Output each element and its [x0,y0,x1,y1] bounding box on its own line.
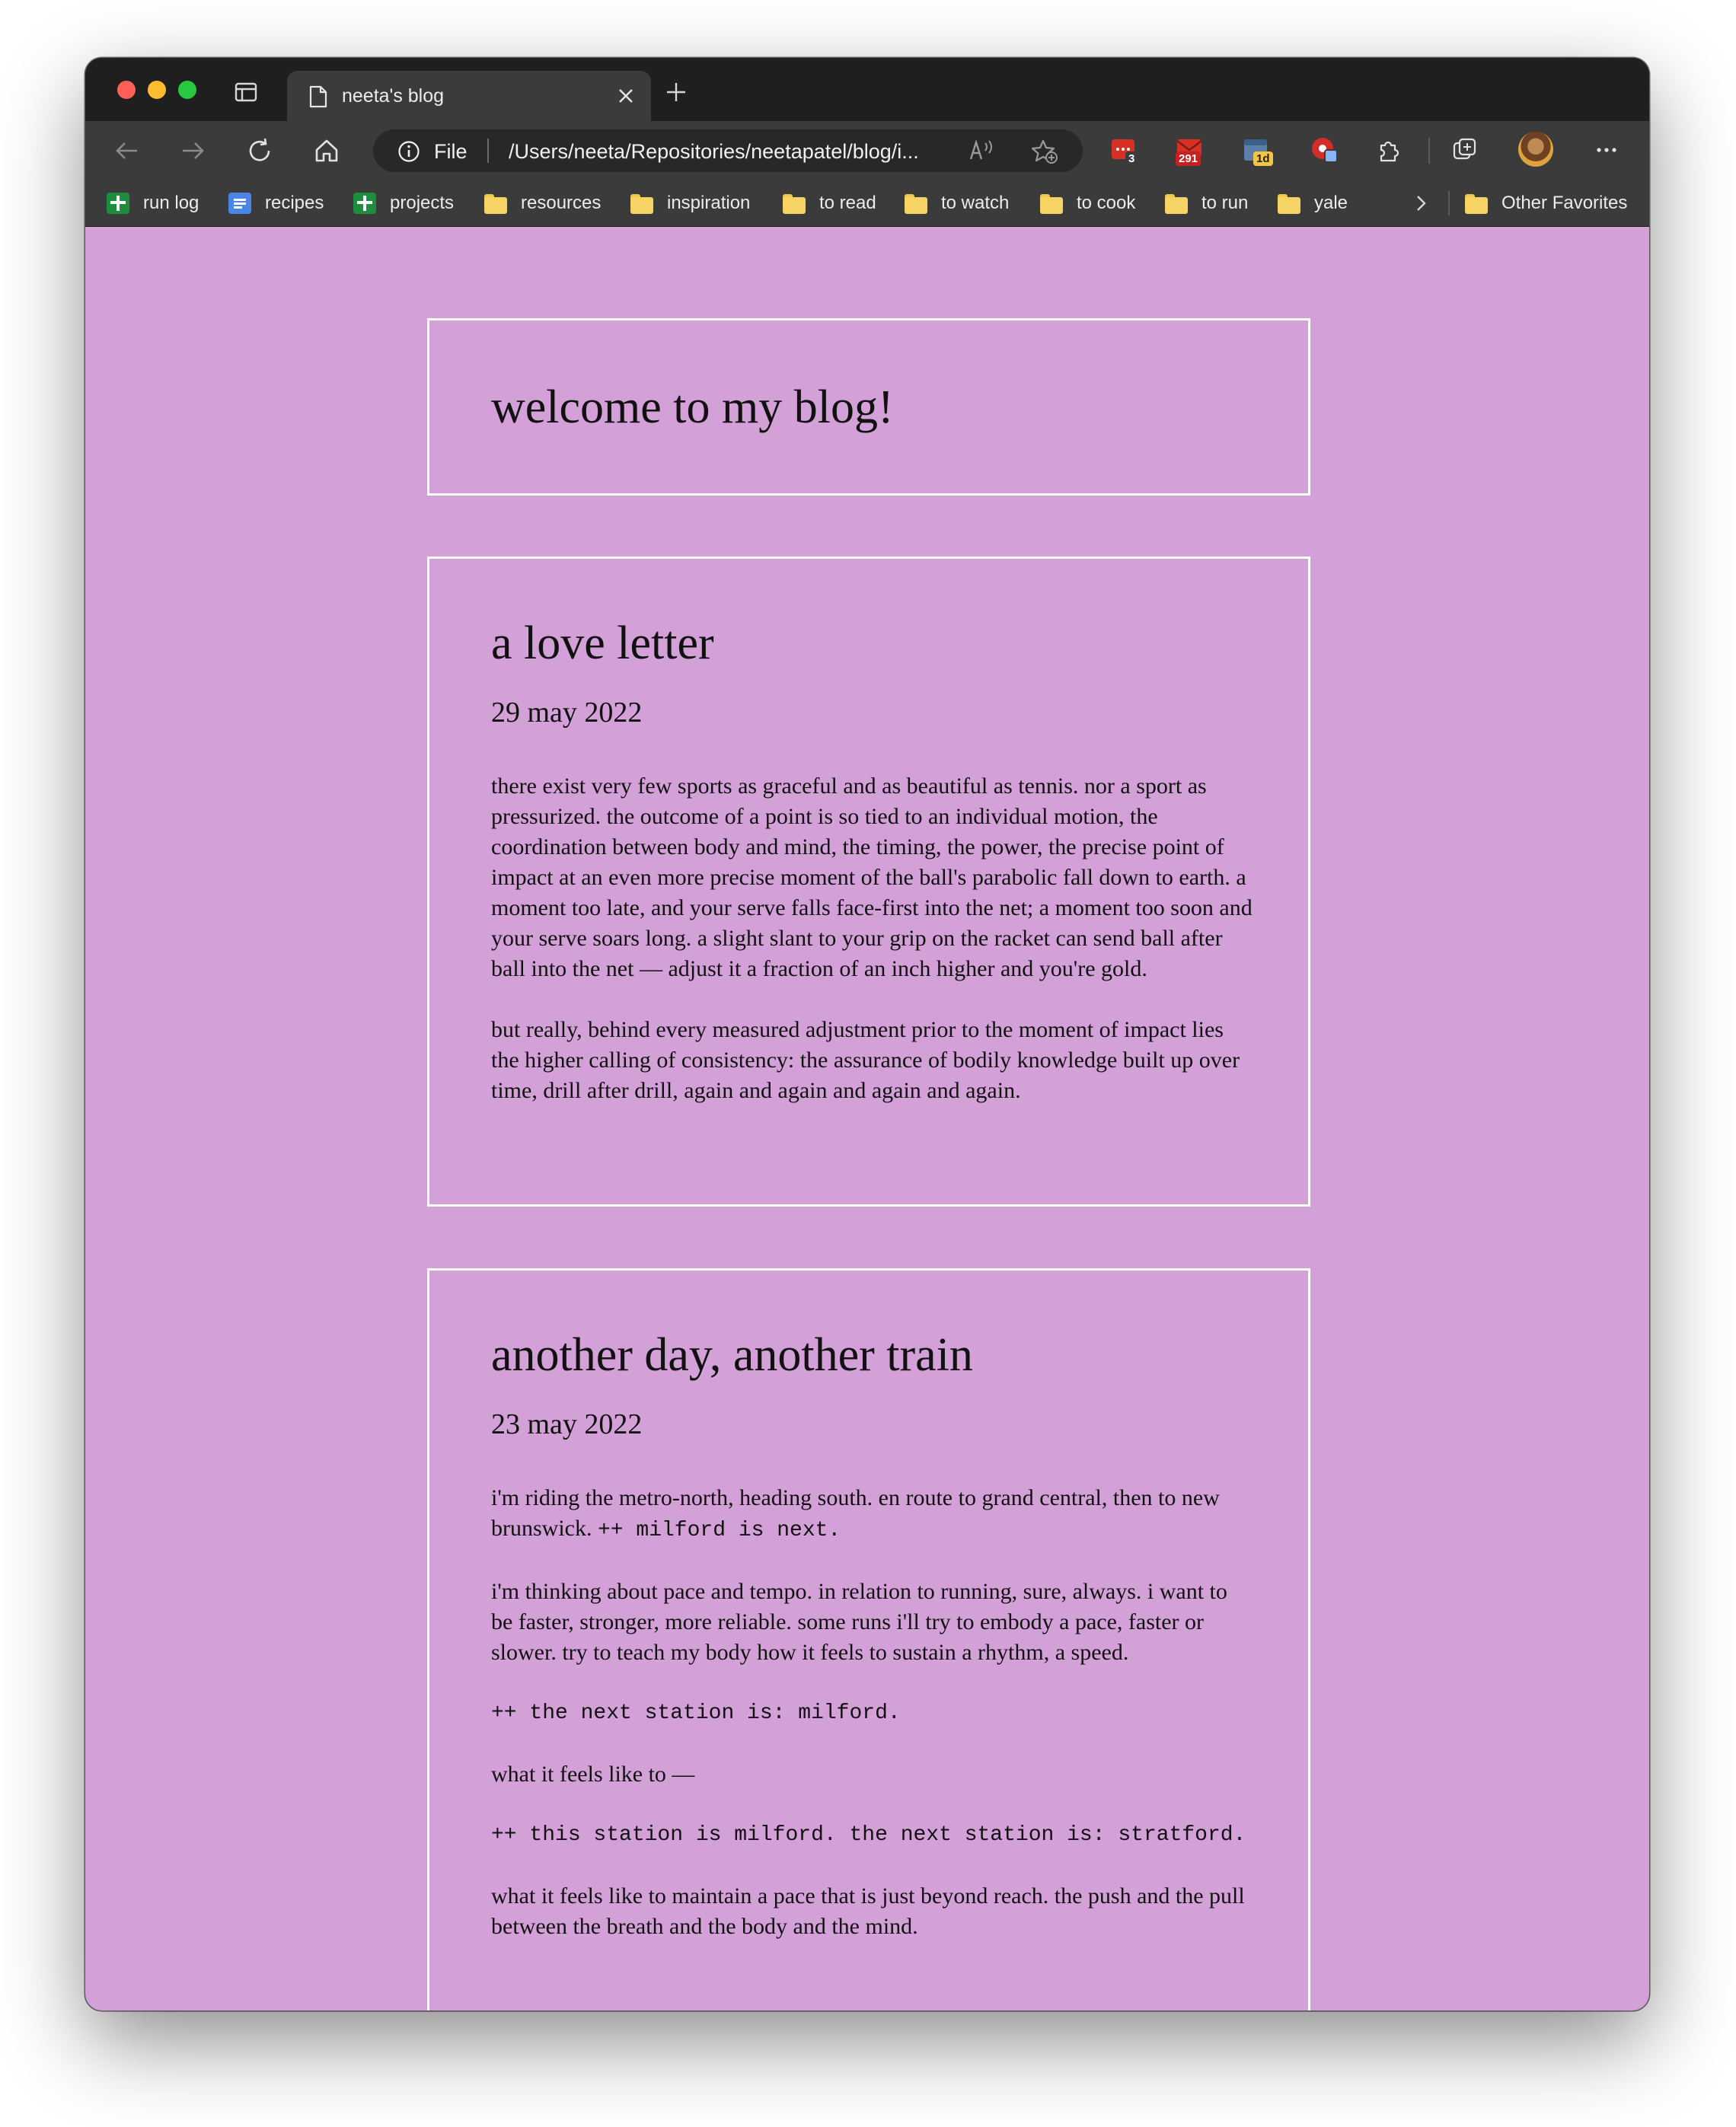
announcement-text: ++ milford is next. [597,1519,841,1542]
post-paragraph: what it feels like to — [491,1762,695,1787]
folder-icon [905,193,927,214]
favorite-label: Other Favorites [1501,193,1628,213]
post-paragraph: there exist very few sports as graceful … [491,773,1253,981]
announcement-paragraph: ++ this station is milford. the next sta… [491,1823,1246,1847]
post-title: another day, another train [491,1329,973,1381]
google-docs-icon [228,193,251,214]
favorite-to-watch[interactable]: to watch [905,191,1009,215]
post-paragraph: what it feels like to maintain a pace th… [491,1883,1245,1939]
folder-icon [630,193,653,214]
favorite-to-cook[interactable]: to cook [1040,191,1135,215]
browser-window: neeta's blog File /Users/neeta/Repositor… [85,58,1649,2011]
todoist-badge: 3 [1125,151,1138,166]
chevron-right-icon[interactable] [1412,193,1430,213]
address-separator [487,139,489,163]
address-scheme-label: File [434,140,468,163]
post-date: 29 may 2022 [491,697,643,729]
post-body: there exist very few sports as graceful … [491,771,1253,1106]
folder-icon [1165,193,1188,214]
mail-icon[interactable]: 291 [1174,135,1205,166]
post-paragraph: i'm thinking about pace and tempo. in re… [491,1579,1227,1665]
google-sheets-icon [353,193,376,214]
tab-title: neeta's blog [342,85,445,107]
post-paragraph: but really, behind every measured adjust… [491,1017,1240,1103]
home-icon[interactable] [312,136,341,165]
favorite-label: yale [1314,193,1348,213]
todoist-icon[interactable]: 3 [1109,135,1139,166]
collections-icon[interactable] [1450,135,1480,165]
favorite-label: to watch [941,193,1010,213]
folder-icon [1465,193,1488,214]
maximize-window-button[interactable] [178,81,196,99]
favorite-label: recipes [265,193,324,213]
favorite-inspiration[interactable]: inspiration [630,191,750,215]
add-favorite-icon[interactable] [1031,139,1058,164]
favorite-label: to read [819,193,876,213]
blog-header-card: welcome to my blog! [427,318,1310,496]
favorite-run-log[interactable]: run log [107,191,199,215]
back-icon[interactable] [113,136,142,165]
forward-icon[interactable] [178,136,207,165]
post-paragraph: i'm riding the metro-north, heading sout… [491,1483,1253,1546]
folder-icon [1278,193,1300,214]
folder-icon [484,193,507,214]
page-content: welcome to my blog! a love letter 29 may… [85,227,1649,2011]
favorite-label: inspiration [667,193,751,213]
extensions-icon[interactable] [1374,135,1404,165]
favorite-yale[interactable]: yale [1278,191,1348,215]
refresh-icon[interactable] [245,136,274,165]
google-sheets-icon [107,193,129,214]
info-icon[interactable] [397,140,420,163]
address-url[interactable]: /Users/neeta/Repositories/neetapatel/blo… [509,140,919,164]
profile-avatar[interactable] [1518,132,1553,167]
minimize-window-button[interactable] [148,81,166,99]
new-tab-icon[interactable] [665,81,687,103]
favorite-projects[interactable]: projects [353,191,454,215]
calendar-badge: 1d [1253,151,1273,166]
navigation-toolbar: File /Users/neeta/Repositories/neetapate… [85,121,1649,180]
favorite-recipes[interactable]: recipes [228,191,324,215]
mail-badge: 291 [1176,151,1201,166]
close-window-button[interactable] [117,81,136,99]
post-card: a love letter 29 may 2022 there exist ve… [427,556,1310,1207]
lastpass-icon[interactable] [1310,135,1340,165]
favorite-label: projects [390,193,455,213]
close-tab-icon[interactable] [617,88,634,104]
favorite-to-read[interactable]: to read [783,191,876,215]
favorite-resources[interactable]: resources [484,191,601,215]
post-card: another day, another train 23 may 2022 i… [427,1268,1310,2011]
favorite-label: run log [143,193,199,213]
favorite-label: resources [521,193,602,213]
favorite-to-run[interactable]: to run [1165,191,1248,215]
tab-actions-icon[interactable] [235,82,257,102]
document-icon [309,85,327,108]
favorites-divider [1448,191,1450,215]
folder-icon [1040,193,1063,214]
announcement-paragraph: ++ the next station is: milford. [491,1701,901,1725]
favorite-label: to cook [1077,193,1136,213]
tab-strip: neeta's blog [85,58,1649,121]
folder-icon [783,193,806,214]
address-bar[interactable]: File /Users/neeta/Repositories/neetapate… [373,129,1083,172]
favorite-other-favorites[interactable]: Other Favorites [1465,191,1627,215]
blog-title: welcome to my blog! [491,381,894,433]
favorite-label: to run [1201,193,1249,213]
more-options-icon[interactable] [1591,135,1622,165]
post-title: a love letter [491,617,714,669]
read-aloud-icon[interactable] [969,139,996,163]
toolbar-divider [1428,138,1430,164]
post-body: i'm riding the metro-north, heading sout… [491,1483,1253,1942]
tab-neetas-blog[interactable]: neeta's blog [287,71,651,121]
post-date: 23 may 2022 [491,1408,643,1440]
favorites-bar: run log recipes projects resources inspi… [85,180,1649,227]
calendar-icon[interactable]: 1d [1241,135,1273,166]
